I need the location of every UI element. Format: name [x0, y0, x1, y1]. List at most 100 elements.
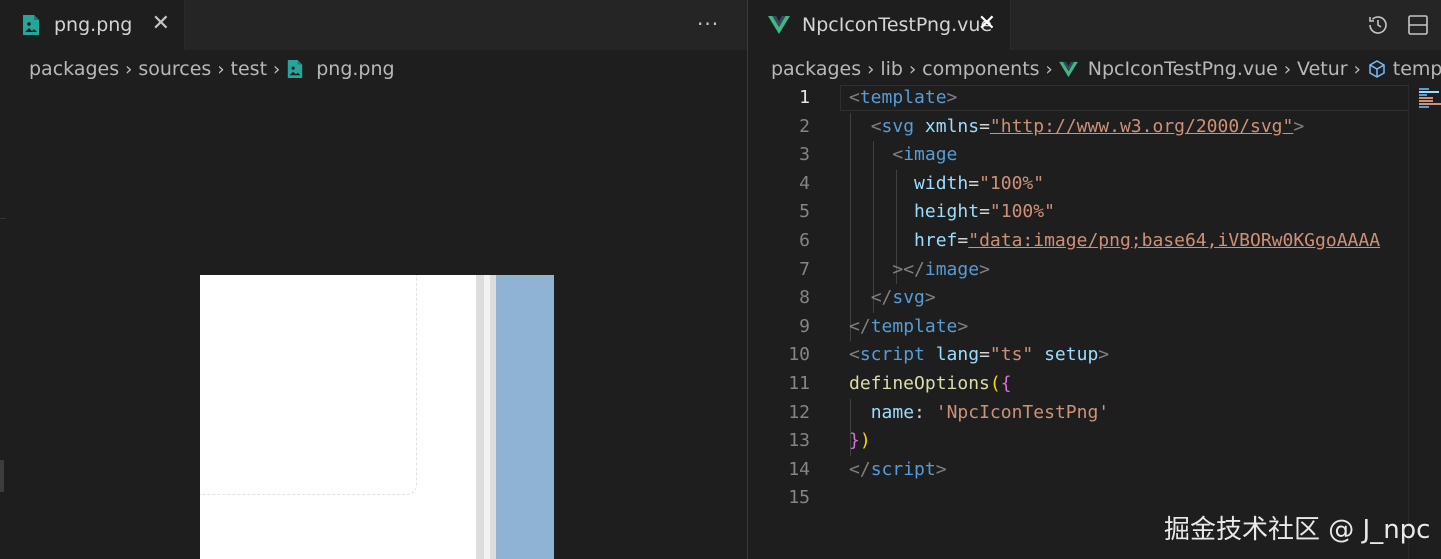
- chevron-right-icon: ›: [1045, 58, 1053, 80]
- breadcrumb-item-test[interactable]: test: [231, 58, 268, 80]
- right-editor-group: NpcIconTestPng.vue ✕ packages › lib › co…: [748, 0, 1441, 559]
- breadcrumb-item-file[interactable]: NpcIconTestPng.vue: [1058, 58, 1278, 80]
- code-token: >: [1098, 344, 1110, 366]
- code-token: "data:image/png;base64,iVBORw0KGgoAAAA: [968, 230, 1381, 251]
- code-text: </script>: [849, 456, 947, 484]
- chevron-right-icon: ›: [125, 58, 133, 80]
- code-token: :: [914, 401, 936, 423]
- code-token: image: [903, 144, 958, 166]
- breadcrumb: packages › lib › components › NpcIconTes…: [771, 55, 1441, 83]
- line-number: 1: [799, 87, 810, 108]
- code-token: =: [979, 115, 990, 137]
- code-token: 'NpcIconTestPng': [935, 401, 1110, 423]
- breadcrumb-item-packages[interactable]: packages: [771, 58, 861, 80]
- image-file-icon: [286, 59, 304, 79]
- code-token: >: [979, 258, 990, 280]
- breadcrumb-item-file[interactable]: png.png: [286, 58, 395, 80]
- chevron-right-icon: ›: [908, 58, 917, 80]
- right-tab-bar: NpcIconTestPng.vue ✕: [748, 0, 1441, 50]
- code-line[interactable]: 4 width="100%": [748, 170, 1441, 198]
- code-line[interactable]: 6 href="data:image/png;base64,iVBORw0KGg…: [748, 227, 1441, 255]
- breadcrumb-item-packages[interactable]: packages: [29, 58, 119, 80]
- code-line[interactable]: 1 <template>: [748, 84, 1441, 112]
- breadcrumb-item-components[interactable]: components: [922, 58, 1039, 80]
- code-token: =: [968, 172, 980, 194]
- line-number: 2: [799, 115, 810, 137]
- line-number: 9: [799, 315, 810, 337]
- close-icon[interactable]: ✕: [152, 12, 170, 36]
- code-token: lang: [935, 344, 980, 366]
- line-number: 6: [799, 230, 810, 251]
- tab-label: png.png: [54, 14, 133, 36]
- left-editor-group: png.png ✕ ··· packages › sources › test …: [0, 0, 747, 559]
- code-text: }): [849, 427, 871, 455]
- code-line[interactable]: 5 height="100%": [748, 198, 1441, 226]
- breadcrumb-item-lib[interactable]: lib: [880, 58, 903, 80]
- code-token: =: [979, 201, 990, 223]
- code-token: ></: [892, 258, 925, 280]
- code-editor[interactable]: 1 <template> 2 <svg xmlns="http://www.w3.o…: [748, 84, 1441, 559]
- code-text: name: 'NpcIconTestPng': [849, 399, 1109, 427]
- code-text: <svg xmlns="http://www.w3.org/2000/svg">: [849, 113, 1305, 141]
- breadcrumb-item-template[interactable]: templa: [1367, 58, 1441, 80]
- code-token: defineOptions: [849, 373, 990, 394]
- code-token: </: [849, 458, 871, 480]
- history-icon[interactable]: [1366, 13, 1390, 37]
- split-editor-icon[interactable]: [1406, 13, 1430, 37]
- code-line[interactable]: 13}): [748, 427, 1441, 455]
- chevron-right-icon: ›: [1353, 58, 1361, 80]
- line-number: 11: [788, 373, 810, 394]
- watermark: 掘金技术社区 @ J_npc: [1164, 515, 1431, 545]
- breadcrumb-item-vetur[interactable]: Vetur: [1297, 58, 1348, 80]
- code-text: <image: [849, 141, 957, 169]
- image-file-icon: [20, 14, 42, 36]
- preview-blue-region: [496, 275, 554, 559]
- code-token: height: [914, 201, 980, 223]
- code-token: svg: [881, 115, 925, 137]
- code-text: ></image>: [849, 256, 990, 284]
- code-line[interactable]: 7 ></image>: [748, 256, 1441, 284]
- line-number: 12: [788, 401, 810, 423]
- code-text: defineOptions({: [849, 370, 1012, 398]
- code-token: >: [1293, 115, 1305, 137]
- line-number: 15: [788, 487, 810, 509]
- code-line[interactable]: 2 <svg xmlns="http://www.w3.org/2000/svg…: [748, 113, 1441, 141]
- preview-card-outline: [200, 275, 417, 495]
- minimap-row: [1419, 94, 1427, 96]
- more-actions-icon[interactable]: ···: [697, 12, 719, 36]
- line-number: 13: [788, 430, 810, 452]
- code-line[interactable]: 14 </script>: [748, 456, 1441, 484]
- tab-png-png[interactable]: png.png ✕: [0, 0, 185, 50]
- code-token: >: [946, 87, 958, 108]
- code-line[interactable]: 12 name: 'NpcIconTestPng': [748, 399, 1441, 427]
- code-token: "100%": [979, 172, 1045, 194]
- minimap-row: [1419, 88, 1429, 90]
- line-number: 5: [799, 201, 810, 223]
- code-token: <: [870, 115, 882, 137]
- line-number: 14: [788, 458, 810, 480]
- code-line[interactable]: 10 <script lang="ts" setup>: [748, 341, 1441, 369]
- code-token: >: [924, 287, 936, 309]
- close-icon[interactable]: ✕: [978, 12, 996, 36]
- code-token: {: [1000, 373, 1012, 394]
- line-number: 3: [799, 144, 810, 166]
- left-tab-bar: png.png ✕ ···: [0, 0, 747, 50]
- code-line[interactable]: 3 <image: [748, 141, 1441, 169]
- line-number: 10: [788, 344, 810, 366]
- vue-logo-icon: [1058, 61, 1078, 78]
- code-token: template: [859, 87, 947, 108]
- breadcrumb-item-sources[interactable]: sources: [138, 58, 211, 80]
- chevron-right-icon: ›: [273, 58, 281, 80]
- code-line[interactable]: 8 </svg>: [748, 284, 1441, 312]
- code-token: width: [914, 172, 969, 194]
- tab-npcicontestpng-vue[interactable]: NpcIconTestPng.vue ✕: [748, 0, 1011, 50]
- minimap[interactable]: [1408, 84, 1441, 559]
- code-token: <: [849, 344, 860, 366]
- code-line[interactable]: 11 defineOptions({: [748, 370, 1441, 398]
- code-line[interactable]: 9 </template>: [748, 313, 1441, 341]
- code-token: =: [979, 344, 990, 366]
